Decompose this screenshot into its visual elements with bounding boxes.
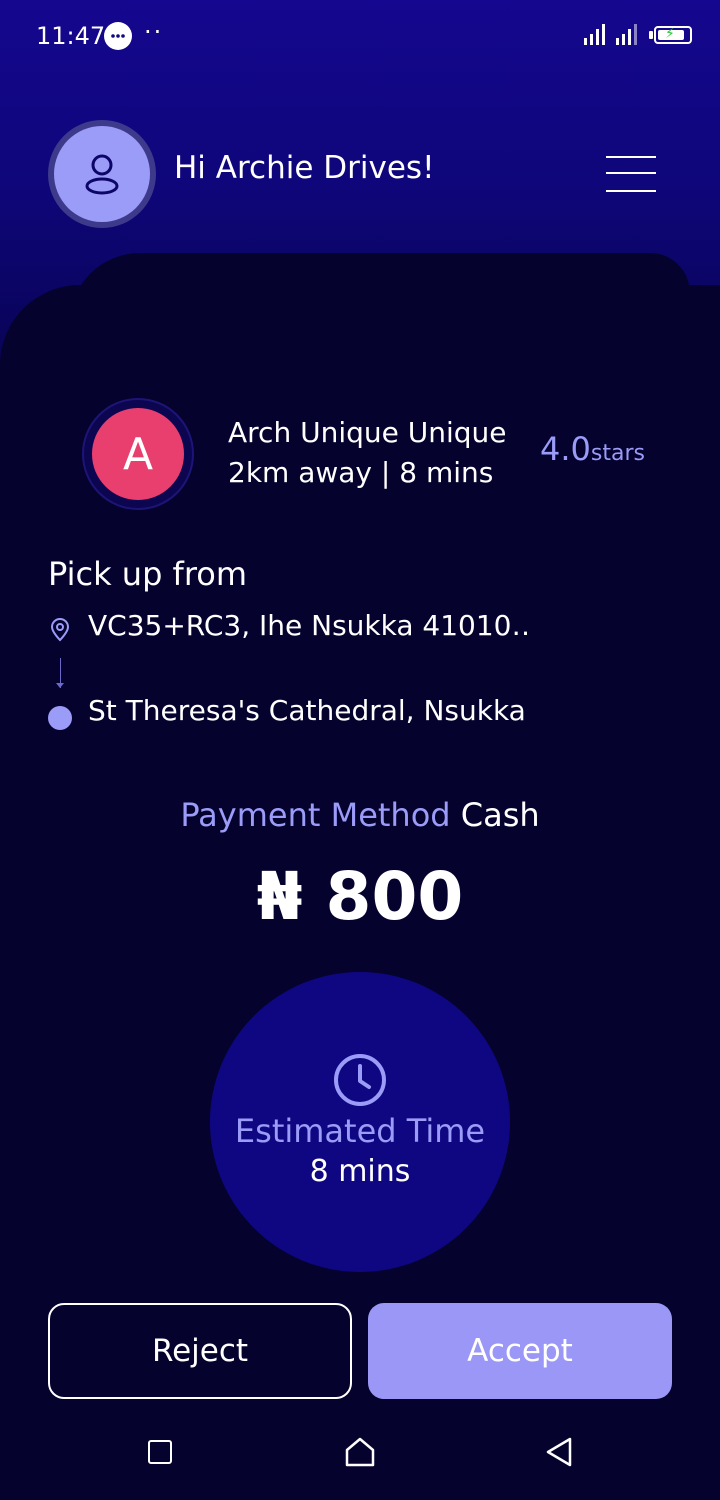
greeting-text: Hi Archie Drives! xyxy=(174,150,435,186)
location-pin-icon xyxy=(50,618,70,642)
hamburger-menu-line xyxy=(606,172,656,174)
payment-method-value: Cash xyxy=(460,796,540,834)
charging-icon: ⚡ xyxy=(665,26,675,42)
status-time: 11:47 xyxy=(36,22,106,50)
menu-button[interactable] xyxy=(606,152,658,196)
fare-amount: ₦ 800 xyxy=(256,858,464,935)
hamburger-menu-line xyxy=(606,190,656,192)
rider-rating: 4.0stars xyxy=(540,430,645,468)
rating-value: 4.0 xyxy=(540,430,591,468)
battery-tip xyxy=(649,31,653,39)
rider-name: Arch Unique Unique xyxy=(228,416,507,449)
reject-button[interactable]: Reject xyxy=(48,1303,352,1399)
recent-apps-button[interactable] xyxy=(148,1440,172,1464)
profile-avatar[interactable] xyxy=(48,120,156,228)
rider-avatar: A xyxy=(92,408,184,500)
chat-bubble-icon xyxy=(104,22,132,50)
payment-method-label: Payment Method xyxy=(180,796,451,834)
profile-avatar-inner xyxy=(54,126,150,222)
home-button[interactable] xyxy=(344,1436,376,1468)
battery-icon: ⚡ xyxy=(654,26,692,44)
payment-method: Payment Method Cash xyxy=(0,796,720,834)
rider-distance: 2km away | 8 mins xyxy=(228,456,494,489)
rider-avatar-ring: A xyxy=(82,398,194,510)
hamburger-menu-icon xyxy=(606,156,656,158)
estimated-time-value: 8 mins xyxy=(309,1154,411,1189)
route-arrow-icon xyxy=(56,683,64,688)
signal-strength-icon xyxy=(584,24,605,45)
destination-dot-icon xyxy=(48,706,72,730)
estimated-time-circle: Estimated Time 8 mins xyxy=(210,972,510,1272)
back-button[interactable] xyxy=(544,1436,574,1468)
estimated-time-label: Estimated Time xyxy=(234,1112,486,1150)
pickup-label: Pick up from xyxy=(48,555,248,593)
user-icon xyxy=(85,154,119,195)
accept-button[interactable]: Accept xyxy=(368,1303,672,1399)
more-notifications-icon: ·· xyxy=(144,18,164,46)
status-bar: 11:47 ·· ⚡ xyxy=(0,0,720,72)
signal-strength-2-icon xyxy=(616,24,637,45)
rating-unit: stars xyxy=(590,441,645,466)
chat-bubble-icon-svg xyxy=(105,23,131,49)
clock-icon xyxy=(334,1054,386,1106)
pickup-address: VC35+RC3, Ihe Nsukka 41010… xyxy=(88,609,528,642)
destination-address: St Theresa's Cathedral, Nsukka xyxy=(88,694,526,727)
